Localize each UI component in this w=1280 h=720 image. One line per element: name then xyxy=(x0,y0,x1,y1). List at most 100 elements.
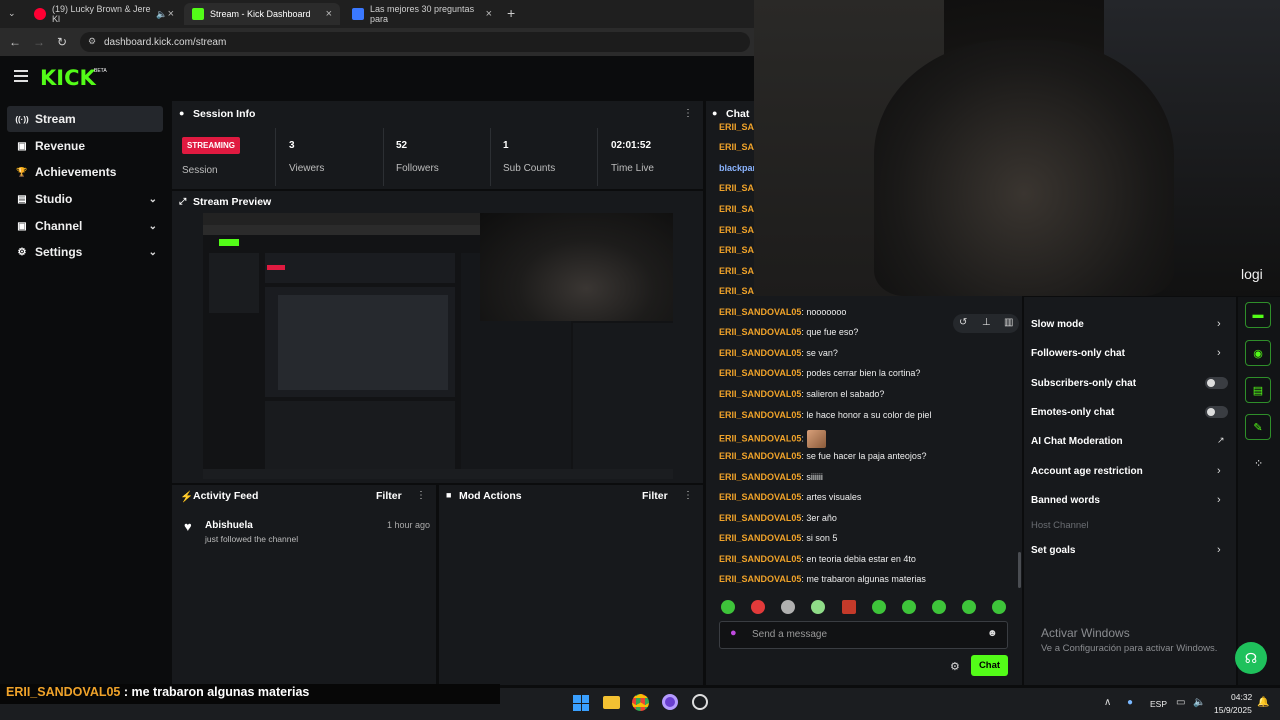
chat-username[interactable]: ERII_SANDOVAL05 xyxy=(719,389,801,399)
external-link-icon[interactable]: ↗ xyxy=(1217,435,1225,446)
chevron-up-icon[interactable]: ∧ xyxy=(1104,697,1111,708)
chat-message[interactable]: ERII_SANDOVAL05: se van? xyxy=(719,348,838,358)
chat-message[interactable]: ERII_SANDOVAL05: salieron el sabado? xyxy=(719,389,884,399)
chat-message[interactable]: ERII_SANDOVAL05: que fue eso? xyxy=(719,327,858,337)
more-options-icon[interactable]: ⋮ xyxy=(683,490,693,501)
menu-account-age[interactable]: Account age restriction xyxy=(1031,466,1143,477)
chevron-right-icon[interactable]: › xyxy=(1217,347,1221,359)
obs-icon[interactable] xyxy=(662,694,678,710)
sidebar-item-revenue[interactable]: ▣ Revenue xyxy=(7,133,163,159)
chat-message[interactable]: ERII_SANDOVAL05: me trabaron algunas mat… xyxy=(719,574,926,584)
close-tab-icon[interactable]: × xyxy=(168,8,174,20)
chevron-down-icon[interactable]: ⌄ xyxy=(149,221,157,232)
menu-banned-words[interactable]: Banned words xyxy=(1031,495,1100,506)
sidebar-item-achievements[interactable]: 🏆 Achievements xyxy=(7,159,163,185)
emote-4[interactable] xyxy=(811,600,825,614)
emote-5[interactable] xyxy=(842,600,856,614)
emote-2[interactable] xyxy=(751,600,765,614)
chrome-icon[interactable] xyxy=(632,694,649,711)
emote-7[interactable] xyxy=(902,600,916,614)
reload-icon[interactable]: ↻ xyxy=(57,35,67,49)
menu-slow-mode[interactable]: Slow mode xyxy=(1031,319,1084,330)
microphone-tray-icon[interactable]: ● xyxy=(1127,697,1133,708)
chat-message[interactable]: ERII_SANDOVAL05: xyxy=(719,430,826,448)
clock-time[interactable]: 04:32 xyxy=(1231,692,1252,702)
chat-input-placeholder[interactable]: Send a message xyxy=(752,629,827,640)
chat-username[interactable]: ERII_SANDOVAL05 xyxy=(719,368,801,378)
filter-button[interactable]: Filter xyxy=(642,490,668,502)
wrench-icon[interactable]: ✎ xyxy=(1245,414,1271,440)
chat-message[interactable]: ERII_SANDOVAL05: si son 5 xyxy=(719,533,837,543)
clock-date[interactable]: 15/9/2025 xyxy=(1214,705,1252,715)
send-chat-button[interactable]: Chat xyxy=(971,655,1008,676)
menu-followers-only[interactable]: Followers-only chat xyxy=(1031,348,1125,359)
chat-username[interactable]: ERII_SANDOVAL05 xyxy=(719,451,801,461)
back-arrow-icon[interactable]: ← xyxy=(9,35,21,49)
chevron-right-icon[interactable]: › xyxy=(1217,465,1221,477)
volume-icon[interactable]: 🔈 xyxy=(1193,697,1205,708)
filter-button[interactable]: Filter xyxy=(376,490,402,502)
site-info-icon[interactable]: ⚙ xyxy=(88,36,96,47)
chat-username[interactable]: ERII_SANDOVAL05 xyxy=(719,492,801,502)
chat-username[interactable]: ERII_SANDOVAL05 xyxy=(719,410,801,420)
close-tab-icon[interactable]: × xyxy=(326,8,332,20)
activity-user[interactable]: Abishuela xyxy=(205,520,253,531)
more-options-icon[interactable]: ⋮ xyxy=(416,490,426,501)
chevron-down-icon[interactable]: ⌄ xyxy=(149,194,157,205)
browser-tab-youtube[interactable]: (19) Lucky Brown & Jere Kl 🔈 × xyxy=(26,3,182,25)
emote-9[interactable] xyxy=(962,600,976,614)
chat-username[interactable]: ERII_SANDOVAL05 xyxy=(719,307,801,317)
chat-username[interactable]: ERII_SANDOVAL05 xyxy=(719,327,801,337)
menu-ai-moderation[interactable]: AI Chat Moderation xyxy=(1031,436,1123,447)
emotes-only-toggle[interactable] xyxy=(1205,406,1228,418)
subscribers-only-toggle[interactable] xyxy=(1205,377,1228,389)
close-tab-icon[interactable]: × xyxy=(486,8,492,20)
support-button[interactable]: ☊ xyxy=(1235,642,1267,674)
chevron-down-icon[interactable]: ⌄ xyxy=(149,247,157,258)
chat-username[interactable]: ERII_SANDOVAL05 xyxy=(719,348,801,358)
forward-arrow-icon[interactable]: → xyxy=(33,35,45,49)
emoji-icon[interactable]: ☻ xyxy=(987,628,998,639)
chevron-right-icon[interactable]: › xyxy=(1217,318,1221,330)
broadcast-icon[interactable]: ◉ xyxy=(1245,340,1271,366)
chat-message[interactable]: ERII_SANDOVAL05: le hace honor a su colo… xyxy=(719,410,931,420)
sidebar-item-channel[interactable]: ▣ Channel ⌄ xyxy=(7,213,163,239)
sidebar-item-studio[interactable]: ▤ Studio ⌄ xyxy=(7,186,163,212)
start-button[interactable] xyxy=(573,695,589,711)
menu-emotes-only[interactable]: Emotes-only chat xyxy=(1031,407,1114,418)
network-icon[interactable]: ▭ xyxy=(1176,697,1185,708)
chat-bubble-icon[interactable]: ▬ xyxy=(1245,302,1271,328)
speaker-icon[interactable]: 🔈 xyxy=(156,9,167,20)
emote-10[interactable] xyxy=(992,600,1006,614)
app-icon[interactable] xyxy=(692,694,708,710)
chat-message[interactable]: ERII_SANDOVAL05: nooooooo xyxy=(719,307,846,317)
tab-search-icon[interactable]: ⌄ xyxy=(8,8,16,19)
emote-3[interactable] xyxy=(781,600,795,614)
undo-icon[interactable]: ↺ xyxy=(959,317,967,328)
emote-1[interactable] xyxy=(721,600,735,614)
emote-8[interactable] xyxy=(932,600,946,614)
chat-settings-icon[interactable]: ⚙ xyxy=(950,660,960,673)
chat-username[interactable]: blackpar xyxy=(719,163,756,173)
browser-tab-kick[interactable]: Stream - Kick Dashboard × xyxy=(184,3,340,25)
chat-message[interactable]: ERII_SANDOVAL05: 3er año xyxy=(719,513,837,523)
menu-subscribers-only[interactable]: Subscribers-only chat xyxy=(1031,378,1136,389)
chat-message[interactable]: ERII_SANDOVAL05: podes cerrar bien la co… xyxy=(719,368,920,378)
trash-icon[interactable]: ▥ xyxy=(1004,317,1013,328)
chat-message[interactable]: ERII_SANDOVAL05: artes visuales xyxy=(719,492,861,502)
chat-username[interactable]: ERII_SANDOVAL05 xyxy=(719,554,801,564)
sidebar-item-settings[interactable]: ⚙ Settings ⌄ xyxy=(7,239,163,265)
language-indicator[interactable]: ESP xyxy=(1150,699,1167,709)
chat-username[interactable]: ERII_SANDOVAL05 xyxy=(719,513,801,523)
emote-6[interactable] xyxy=(872,600,886,614)
chevron-right-icon[interactable]: › xyxy=(1217,544,1221,556)
microphone-icon[interactable]: ● xyxy=(730,627,737,639)
chat-message[interactable]: ERII_SANDOVAL05: siiiiii xyxy=(719,472,823,482)
stream-preview-video[interactable] xyxy=(203,213,673,479)
chat-username[interactable]: ERII_SANDOVAL05 xyxy=(719,433,801,443)
browser-tab-preguntas[interactable]: Las mejores 30 preguntas para × xyxy=(344,3,500,25)
more-options-icon[interactable]: ⋮ xyxy=(683,108,693,119)
layout-icon[interactable]: ▤ xyxy=(1245,377,1271,403)
nodes-icon[interactable]: ⁘ xyxy=(1254,457,1263,470)
new-tab-button[interactable]: + xyxy=(507,5,515,21)
